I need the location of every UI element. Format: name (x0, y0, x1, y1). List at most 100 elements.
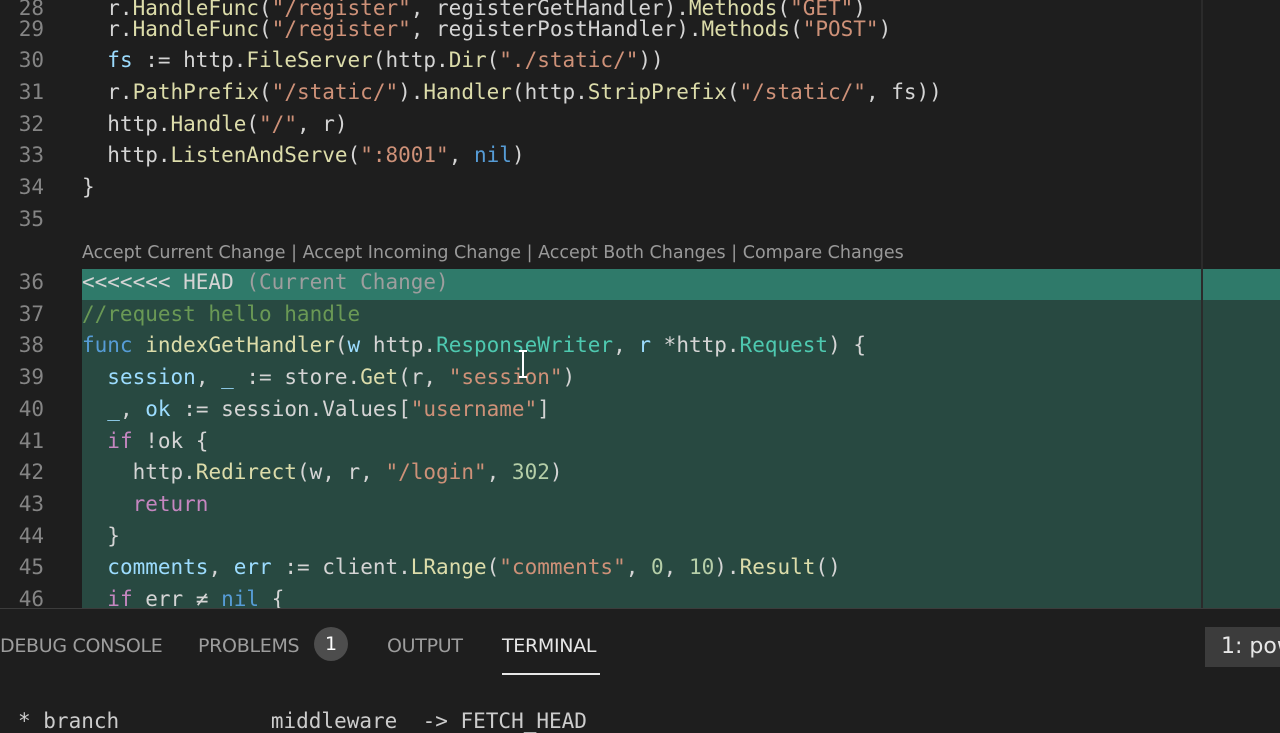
code-token: , r) (296, 111, 348, 136)
code-line[interactable]: 34} (0, 172, 1280, 204)
code-token: LRange (410, 555, 487, 580)
code-token: w (347, 333, 361, 358)
compare-changes-link[interactable]: Compare Changes (743, 243, 904, 263)
accept-current-change-link[interactable]: Accept Current Change (82, 243, 286, 263)
code-token: !ok { (132, 428, 209, 453)
code-token: () (815, 555, 841, 580)
code-token: ) { (828, 333, 866, 358)
code-text: session, _ := store.Get(r, "session") (82, 362, 575, 394)
code-token: ( (347, 143, 361, 168)
code-token: ). (714, 555, 740, 580)
code-token: , (119, 396, 146, 421)
code-line[interactable]: 35 (0, 204, 1280, 236)
code-line[interactable]: 43 return (0, 489, 1280, 521)
code-text: } (82, 521, 120, 553)
code-token: := store. (233, 365, 361, 390)
code-line[interactable]: 39 session, _ := store.Get(r, "session") (0, 362, 1280, 394)
code-text: func indexGetHandler(w http.ResponseWrit… (82, 330, 866, 362)
code-text: comments, err := client.LRange("comments… (82, 552, 841, 584)
code-token: 302 (511, 460, 550, 485)
tab-output[interactable]: OUTPUT (387, 635, 463, 657)
tab-problems[interactable]: PROBLEMS (198, 635, 300, 657)
code-line[interactable]: 45 comments, err := client.LRange("comme… (0, 552, 1280, 584)
code-token: := http. (132, 48, 247, 73)
line-number: 29 (18, 16, 44, 41)
code-token: <<<<<<< HEAD (82, 270, 247, 294)
line-number: 30 (18, 48, 44, 73)
code-line[interactable]: 44 } (0, 521, 1280, 553)
code-token: FileServer (246, 48, 373, 73)
code-token: (http. (511, 79, 588, 104)
code-line[interactable]: 40 _, ok := session.Values["username"] (0, 394, 1280, 426)
code-line[interactable]: 42 http.Redirect(w, r, "/login", 302) (0, 457, 1280, 489)
code-line[interactable]: 31 r.PathPrefix("/static/").Handler(http… (0, 77, 1280, 109)
code-line[interactable]: 29 r.HandleFunc("/register", registerPos… (0, 14, 1280, 46)
line-number: 36 (18, 270, 44, 294)
code-token: ) (878, 16, 892, 41)
code-line[interactable]: 33 http.ListenAndServe(":8001", nil) (0, 140, 1280, 172)
code-token: Dir (448, 48, 487, 73)
code-token: indexGetHandler (145, 333, 335, 358)
code-text: fs := http.FileServer(http.Dir("./static… (82, 45, 663, 77)
terminal-selector-dropdown[interactable]: 1: powershell (1205, 627, 1280, 667)
code-token: if (107, 587, 133, 608)
line-number: 35 (18, 206, 44, 231)
code-line[interactable]: 41 if !ok { (0, 426, 1280, 458)
code-token: Redirect (195, 460, 297, 485)
code-token: fs (107, 48, 133, 73)
code-token: *http. (651, 333, 740, 358)
code-line[interactable]: 38 func indexGetHandler(w http.ResponseWr… (0, 330, 1280, 362)
tab-debug-console[interactable]: DEBUG CONSOLE (0, 635, 163, 657)
code-token: 10 (688, 555, 715, 580)
accept-incoming-change-link[interactable]: Accept Incoming Change (303, 243, 521, 263)
code-token: := session.Values[ (170, 396, 411, 421)
code-token: err (233, 555, 272, 580)
code-token: ) (511, 143, 525, 168)
code-token: ( (486, 48, 500, 73)
code-token: , fs)) (865, 79, 942, 104)
line-number: 41 (18, 428, 44, 453)
code-line[interactable]: 36 <<<<<<< HEAD (Current Change) (0, 267, 1280, 299)
code-text: r.HandleFunc("/register", registerPostHa… (82, 14, 891, 46)
active-tab-indicator (502, 673, 600, 675)
bottom-panel: DEBUG CONSOLE PROBLEMS 1 OUTPUT TERMINAL… (0, 608, 1280, 733)
code-line[interactable]: 32 http.Handle("/", r) (0, 109, 1280, 141)
code-token: http. (360, 333, 437, 358)
code-text: http.Redirect(w, r, "/login", 302) (82, 457, 563, 489)
code-token: Get (360, 365, 399, 390)
code-token: comments (107, 555, 209, 580)
code-editor[interactable]: 28 r.HandleFunc("/register", registerGet… (0, 0, 1280, 608)
code-token: r. (82, 79, 133, 104)
code-token: Handler (423, 79, 512, 104)
code-token: (w, r, (296, 460, 386, 485)
code-line[interactable]: 30 fs := http.FileServer(http.Dir("./sta… (0, 45, 1280, 77)
code-line[interactable]: 46 if err ≠ nil { (0, 584, 1280, 608)
terminal-output-line: * branch middleware -> FETCH_HEAD (18, 709, 587, 733)
code-token: nil (221, 587, 260, 608)
code-token: Result (739, 555, 816, 580)
codelens-separator: | (291, 243, 297, 263)
accept-both-changes-link[interactable]: Accept Both Changes (538, 243, 726, 263)
code-token: _ (107, 396, 120, 421)
code-token: ( (726, 79, 740, 104)
code-token: http. (82, 111, 171, 136)
code-text: if err ≠ nil { (82, 584, 284, 608)
code-token: "username" (410, 396, 538, 421)
line-number: 44 (18, 523, 44, 548)
line-number: 37 (18, 301, 44, 326)
code-token: "comments" (499, 555, 626, 580)
line-number: 31 (18, 79, 44, 104)
line-number: 33 (18, 143, 44, 168)
code-token: http. (82, 143, 171, 168)
code-token: , (448, 143, 474, 168)
code-token: session (107, 365, 196, 390)
code-line[interactable]: 37 //request hello handle (0, 299, 1280, 331)
code-token: ( (259, 79, 272, 104)
tab-terminal[interactable]: TERMINAL (502, 635, 597, 657)
